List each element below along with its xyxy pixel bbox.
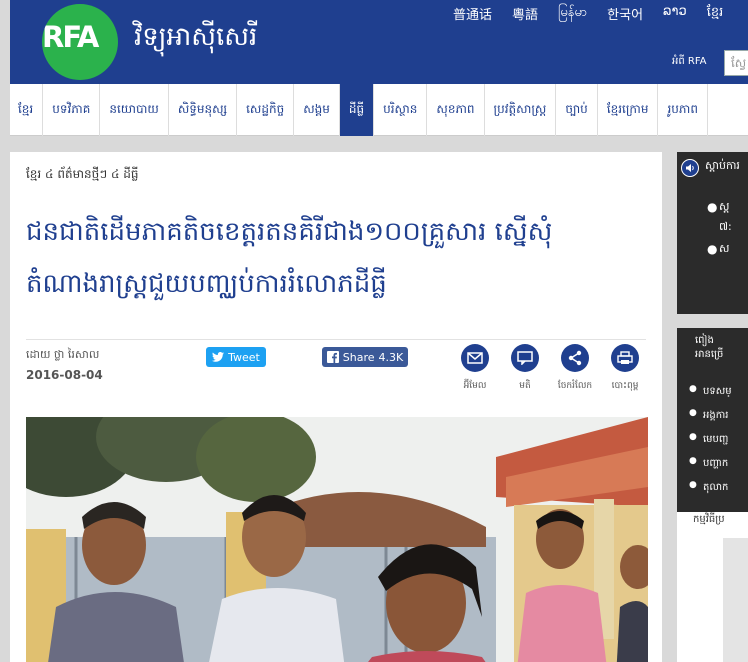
- facebook-icon: [326, 351, 339, 363]
- nav-item-khmer-krom[interactable]: ខ្មែរក្រោម: [598, 84, 659, 136]
- sidebar-listen-box: ស្ដាប់ការ ● ស្ដ ៧: ● ស: [677, 152, 748, 314]
- main-nav: ខ្មែរ បទវិភាគ នយោបាយ សិទ្ធិមនុស្ស សេដ្ឋក…: [10, 84, 748, 136]
- comment-label: មតិ: [519, 381, 531, 391]
- nav-item-health[interactable]: សុខភាព: [427, 84, 485, 136]
- lang-link-mandarin[interactable]: 普通话: [453, 4, 492, 23]
- article-headline: ជនជាតិដើមភាគតិចខេត្តរតនគិរីជាង១០០គ្រួសារ…: [26, 217, 553, 299]
- popular-item[interactable]: តុលាក: [703, 480, 728, 495]
- bullet: ●: [707, 200, 718, 214]
- lang-link-lao[interactable]: ລາວ: [663, 4, 687, 23]
- email-label: អ៊ីមែល: [463, 381, 487, 391]
- bullet: ●: [689, 408, 697, 418]
- nav-item-photos[interactable]: រូបភាព: [658, 84, 708, 136]
- nav-item-land[interactable]: ដីធ្លី: [339, 84, 375, 136]
- sidebar-listen-time: ៧:: [719, 220, 732, 233]
- nav-item-environment[interactable]: បរិស្ថាន: [374, 84, 428, 136]
- popular-item[interactable]: បទសម្: [703, 384, 732, 399]
- sidebar-popular-heading: ពៀង អានច្រើ: [695, 334, 723, 362]
- nav-item-analysis[interactable]: បទវិភាគ: [43, 84, 101, 136]
- twitter-icon: [212, 352, 225, 362]
- bullet: ●: [689, 456, 697, 466]
- comment-tool[interactable]: មតិ: [500, 344, 550, 393]
- site-title[interactable]: វិទ្យុអាស៊ីសេរី: [134, 20, 257, 58]
- share-label-tool: ចែករំលែក: [557, 381, 593, 391]
- popular-item[interactable]: មេបញ្ជ: [703, 432, 728, 447]
- bullet: ●: [689, 480, 697, 490]
- article-byline: ដោយ ថ្លា រៃសាល: [26, 348, 100, 361]
- facebook-share-button[interactable]: Share 4.3K: [322, 347, 408, 367]
- logo-text: RFA: [42, 20, 99, 54]
- divider: [26, 339, 646, 340]
- popular-heading-line2: អានច្រើ: [695, 349, 724, 360]
- comment-icon: [511, 344, 539, 372]
- article-photo: [26, 417, 648, 662]
- bullet: ●: [689, 432, 697, 442]
- print-icon: [611, 344, 639, 372]
- share-tool[interactable]: ចែករំលែក: [550, 344, 600, 393]
- email-icon: [461, 344, 489, 372]
- nav-item-human-rights[interactable]: សិទ្ធិមនុស្ស: [169, 84, 238, 136]
- about-rfa-link[interactable]: អំពី RFA: [672, 54, 707, 69]
- share-count: 4.3K: [378, 350, 404, 364]
- speaker-icon[interactable]: [681, 159, 699, 177]
- bullet: ●: [707, 242, 718, 256]
- email-tool[interactable]: អ៊ីមែល: [450, 344, 500, 393]
- search-input[interactable]: ស្វែ: [724, 50, 748, 76]
- lang-link-khmer[interactable]: ខ្មែរ: [707, 4, 724, 23]
- rfa-logo[interactable]: RFA: [42, 4, 118, 80]
- sidebar-popular-box: ពៀង អានច្រើ ● បទសម្ ● អង្គការ ● មេបញ្ជ ●…: [677, 328, 748, 512]
- lang-link-cantonese[interactable]: 粵語: [512, 4, 538, 23]
- nav-item-politics[interactable]: នយោបាយ: [100, 84, 169, 136]
- nav-item-history[interactable]: ប្រវត្តិសាស្ត្រ: [485, 84, 557, 136]
- page: RFA វិទ្យុអាស៊ីសេរី 普通话 粵語 မြန်မာ 한국어 ລາ…: [0, 0, 748, 662]
- article-tools: អ៊ីមែល មតិ ចែករំលែក បោះពុម្ព: [450, 344, 650, 393]
- popular-heading-line1: ពៀង: [695, 335, 714, 346]
- print-tool[interactable]: បោះពុម្ព: [600, 344, 650, 393]
- site-header: RFA វិទ្យុអាស៊ីសេរី 普通话 粵語 မြန်မာ 한국어 ລາ…: [10, 0, 748, 84]
- bullet: ●: [689, 384, 697, 394]
- popular-item[interactable]: បញ្ហាក: [703, 456, 728, 471]
- sidebar-programs-box: កម្មវិធីប្រ: [677, 512, 748, 662]
- share-icon: [561, 344, 589, 372]
- sidebar-listen-item[interactable]: ស: [719, 242, 729, 258]
- lang-link-korean[interactable]: 한국어: [607, 4, 643, 23]
- tweet-label: Tweet: [228, 350, 260, 364]
- article-date: 2016-08-04: [26, 368, 103, 382]
- popular-item[interactable]: អង្គការ: [703, 408, 728, 423]
- nav-item-law[interactable]: ច្បាប់: [556, 84, 598, 136]
- language-bar: 普通话 粵語 မြန်မာ 한국어 ລາວ ខ្មែរ: [453, 4, 743, 23]
- nav-item-khmer[interactable]: ខ្មែរ: [10, 84, 44, 136]
- tweet-button[interactable]: Tweet: [206, 347, 266, 367]
- sidebar-listen-item[interactable]: ស្ដ: [719, 200, 729, 216]
- sidebar-programs-image[interactable]: [723, 538, 748, 662]
- sidebar-programs-label[interactable]: កម្មវិធីប្រ: [693, 512, 725, 527]
- article-photo-scene: [26, 417, 648, 662]
- nav-item-economy[interactable]: សេដ្ឋកិច្ច: [237, 84, 295, 136]
- share-label: Share: [342, 350, 375, 364]
- lang-link-burmese[interactable]: မြန်မာ: [558, 4, 587, 23]
- article-content: ខ្មែរ ៤ ព័ត៌មានថ្មីៗ ៤ ដីធ្លី ជនជាតិដើមភ…: [10, 152, 662, 662]
- breadcrumb[interactable]: ខ្មែរ ៤ ព័ត៌មានថ្មីៗ ៤ ដីធ្លី: [26, 166, 139, 184]
- listen-label[interactable]: ស្ដាប់ការ: [705, 159, 740, 175]
- print-label: បោះពុម្ព: [611, 381, 639, 391]
- nav-item-society[interactable]: សង្គម: [294, 84, 340, 136]
